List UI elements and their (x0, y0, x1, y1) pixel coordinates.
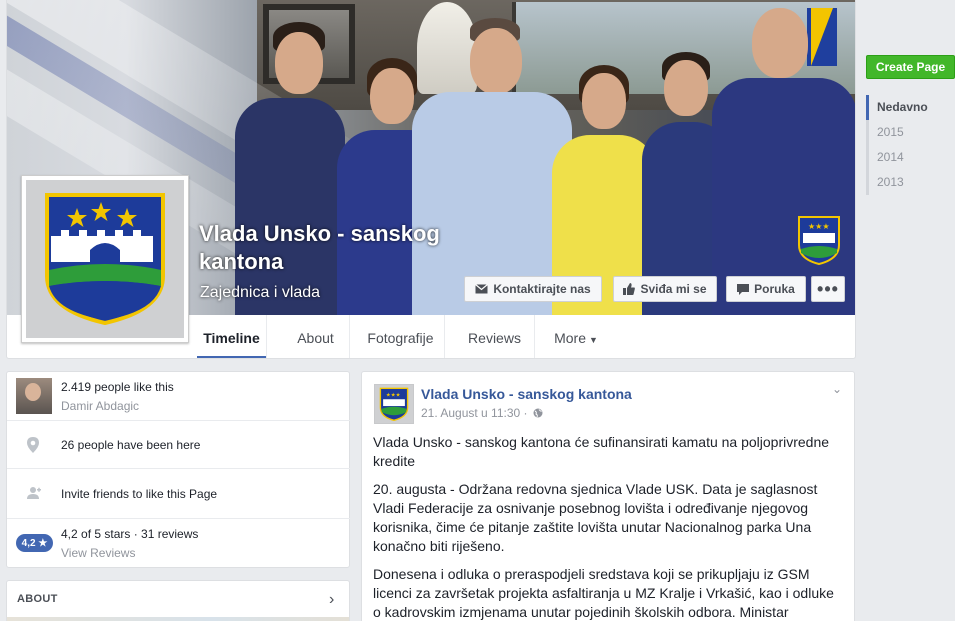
view-reviews-link[interactable]: View Reviews (61, 546, 135, 560)
person-6 (712, 8, 855, 315)
rating-badge: 4,2 ★ (16, 534, 53, 552)
page-category[interactable]: Zajednica i vlada (200, 284, 320, 302)
post-body: Vlada Unsko - sanskog kantona će sufinan… (373, 433, 845, 621)
likes-friend[interactable]: Damir Abdagic (61, 399, 139, 413)
year-nav-item[interactable]: 2013 (869, 170, 955, 195)
like-button[interactable]: Sviđa mi se (613, 276, 717, 302)
post-avatar[interactable]: ★★★ (374, 384, 414, 424)
message-button[interactable]: Poruka (726, 276, 806, 302)
chevron-down-icon[interactable]: ⌄ (832, 382, 842, 396)
year-nav-item[interactable]: 2014 (869, 145, 955, 170)
timeline-post: ★★★ Vlada Unsko - sanskog kantona 21. Au… (361, 371, 855, 621)
envelope-icon (475, 284, 489, 294)
more-options-button[interactable]: ••• (811, 276, 845, 302)
tab-about[interactable]: About (282, 315, 350, 358)
svg-text:★★★: ★★★ (808, 222, 830, 231)
message-label: Poruka (754, 282, 795, 296)
tab-label: About (297, 330, 334, 346)
like-label: Sviđa mi se (640, 282, 707, 296)
invite-row[interactable]: Invite friends to like this Page (7, 469, 351, 519)
rating-text: 4,2 of 5 stars · 31 reviews (61, 527, 199, 541)
tab-more[interactable]: More ▼ (545, 315, 607, 358)
chevron-right-icon[interactable]: › (329, 591, 334, 609)
more-dots-label: ••• (817, 278, 839, 299)
contact-button[interactable]: Kontaktirajte nas (464, 276, 602, 302)
post-paragraph: 20. augusta - Održana redovna sjednica V… (373, 481, 818, 554)
rating-row: 4,2 ★ 4,2 of 5 stars · 31 reviews View R… (7, 519, 351, 569)
invite-text[interactable]: Invite friends to like this Page (61, 487, 217, 501)
year-nav-item[interactable]: Nedavno (866, 95, 955, 120)
about-section: ABOUT › (6, 580, 350, 621)
likes-row[interactable]: 2.419 people like this Damir Abdagic (7, 372, 351, 421)
year-nav-item[interactable]: 2015 (869, 120, 955, 145)
tab-label: Fotografije (367, 330, 434, 346)
likes-count[interactable]: 2.419 people like this (61, 380, 174, 394)
page-tabs: Timeline About Fotografije Reviews More ▼ (7, 315, 855, 358)
post-paragraph: Vlada Unsko - sanskog kantona će sufinan… (373, 434, 830, 469)
map-preview[interactable] (7, 617, 349, 621)
caret-down-icon: ▼ (588, 335, 598, 345)
crest-icon (45, 193, 165, 326)
add-person-icon (27, 487, 41, 499)
about-title[interactable]: ABOUT (17, 593, 58, 605)
checkins-row: 26 people have been here (7, 421, 351, 469)
thumbs-up-icon (623, 283, 636, 295)
message-icon (737, 283, 750, 295)
tab-photos[interactable]: Fotografije (357, 315, 445, 358)
crest-icon: ★★★ (379, 387, 409, 421)
crest-icon: ★★★ (798, 216, 840, 265)
tab-reviews[interactable]: Reviews (455, 315, 535, 358)
year-nav: Nedavno 2015 2014 2013 (866, 95, 955, 195)
contact-label: Kontaktirajte nas (493, 282, 591, 296)
post-meta: 21. August u 11:30 · (421, 406, 543, 420)
page-name[interactable]: Vlada Unsko - sanskog kantona (199, 220, 469, 276)
tab-timeline[interactable]: Timeline (197, 315, 267, 358)
svg-text:★★★: ★★★ (386, 393, 401, 399)
post-timestamp[interactable]: 21. August u 11:30 · (421, 406, 528, 420)
create-page-button[interactable]: Create Page (866, 55, 955, 79)
location-pin-icon (27, 437, 39, 453)
page-info-card: 2.419 people like this Damir Abdagic 26 … (6, 371, 351, 569)
page-header: ★★★ Vlada Unsko - sanskog kantona Zajedn… (6, 0, 856, 359)
globe-icon (533, 408, 543, 418)
tab-label: Timeline (203, 330, 260, 346)
tab-label: Reviews (468, 330, 521, 346)
avatar[interactable] (16, 378, 52, 414)
checkins-text: 26 people have been here (61, 438, 201, 452)
post-paragraph: Donesena i odluka o preraspodjeli sredst… (373, 566, 834, 620)
post-author[interactable]: Vlada Unsko - sanskog kantona (421, 386, 632, 402)
tab-label: More (554, 330, 586, 346)
